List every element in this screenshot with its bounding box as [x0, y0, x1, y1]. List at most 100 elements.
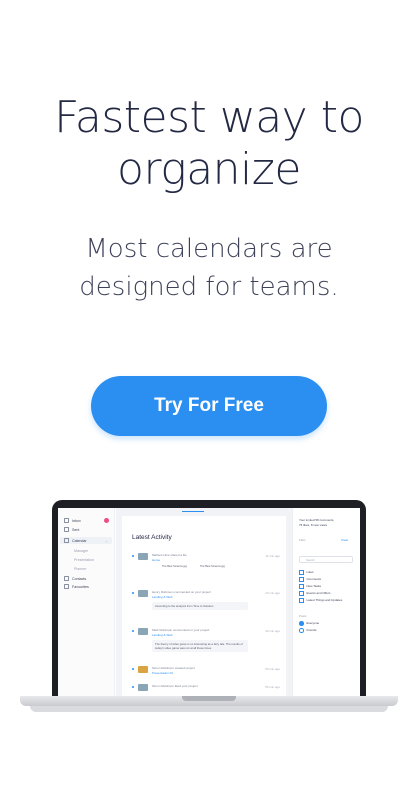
posts-label: Posts	[299, 614, 307, 618]
filter-label: Filter	[299, 538, 306, 542]
posts-radio-friends[interactable]: Friends	[299, 628, 317, 633]
activity-text: Simon Robinson created project	[152, 666, 195, 670]
try-for-free-button[interactable]: Try For Free	[91, 376, 327, 436]
contacts-icon	[64, 576, 69, 581]
sidebar-item-label: Sent	[72, 527, 80, 532]
sidebar-item-label: Contacts	[72, 576, 87, 581]
activity-title: Latest Activity	[132, 534, 172, 541]
sidebar-item-sent[interactable]: Sent	[64, 527, 79, 532]
activity-text: Mark Robinson commented on your project	[152, 628, 210, 632]
laptop-mockup: Inbox Sent Calendar ⌄ Manager Presentati…	[20, 500, 398, 714]
checkbox-icon[interactable]	[299, 584, 304, 589]
activity-dot	[132, 630, 134, 632]
checkbox-icon[interactable]	[299, 577, 304, 582]
file-attachment[interactable]: The Best Screens.jpg	[200, 565, 225, 568]
filter-check-label: Latest Things and Updates	[306, 598, 343, 603]
activity-avatar	[138, 628, 148, 635]
app-sidebar: Inbox Sent Calendar ⌄ Manager Presentati…	[58, 508, 115, 696]
hero-subtitle-line-1: Most calendars are	[85, 234, 333, 264]
activity-link[interactable]: Landing & Web	[152, 595, 172, 599]
file-attachment[interactable]: The Best Screens.jpg	[162, 565, 187, 568]
hero-title-line-2: organize	[117, 144, 301, 195]
radio-label: Everyone	[306, 621, 320, 626]
filter-check-label: Likes	[306, 570, 314, 575]
activity-time: 11 min ago	[265, 554, 280, 558]
summary-line-1: Your invited 58 comments,	[299, 518, 335, 522]
filter-check-new-tasks[interactable]: New Tasks	[299, 584, 321, 589]
activity-item: Simon Robinson created project Presentat…	[132, 666, 282, 678]
radio-icon[interactable]	[299, 628, 304, 633]
sidebar-subitem-presentation[interactable]: Presentation	[74, 558, 94, 562]
laptop-base-shadow	[30, 706, 388, 712]
activity-dot	[132, 555, 134, 557]
hero-subtitle: Most calendars are designed for teams.	[0, 230, 418, 306]
inbox-badge	[104, 518, 109, 523]
summary-line-2: 76 likes, 8 new views	[299, 523, 328, 527]
tab-indicator	[182, 511, 204, 512]
radio-label: Friends	[306, 628, 317, 633]
laptop-notch	[182, 696, 236, 701]
activity-dot	[132, 686, 134, 688]
activity-time: 50 min ago	[265, 667, 280, 671]
sidebar-item-favourites[interactable]: Favourites	[64, 584, 89, 589]
activity-link[interactable]: Home	[152, 558, 160, 562]
sidebar-item-calendar[interactable]: Calendar	[64, 538, 87, 543]
activity-item: Simon Robinson liked your project 55 min…	[132, 684, 282, 694]
sidebar-item-label: Favourites	[72, 584, 89, 589]
activity-link[interactable]: Presentation Kit	[152, 671, 173, 675]
filter-check-label: Events and Offers	[306, 591, 331, 596]
sidebar-item-inbox[interactable]: Inbox	[64, 518, 81, 523]
checkbox-icon[interactable]	[299, 591, 304, 596]
star-icon	[64, 584, 69, 589]
filter-check-likes[interactable]: Likes	[299, 570, 314, 575]
activity-dot	[132, 668, 134, 670]
hero-title: Fastest way to organize	[0, 92, 418, 196]
clear-filter-link[interactable]: Clear	[341, 538, 348, 542]
sidebar-item-label: Manager	[74, 549, 89, 553]
activity-avatar	[138, 684, 148, 691]
activity-time: 55 min ago	[265, 685, 280, 689]
radio-icon[interactable]	[299, 621, 304, 626]
filter-search-input[interactable]: Search	[299, 556, 353, 563]
filter-check-label: New Tasks	[306, 584, 321, 589]
filter-check-updates[interactable]: Latest Things and Updates	[299, 598, 342, 603]
activity-link[interactable]: Landing & Web	[152, 633, 172, 637]
checkbox-icon[interactable]	[299, 598, 304, 603]
activity-item: Mathew Hine shared a file Home 11 min ag…	[132, 553, 282, 579]
filter-check-events[interactable]: Events and Offers	[299, 591, 330, 596]
hero-subtitle-line-2: designed for teams.	[79, 272, 339, 302]
hero-title-line-1: Fastest way to	[54, 92, 364, 143]
app-screenshot: Inbox Sent Calendar ⌄ Manager Presentati…	[58, 508, 360, 696]
activity-time: 20 min ago	[265, 591, 280, 595]
comment-box: According to the analysis from Time to S…	[152, 602, 248, 610]
chevron-down-icon[interactable]: ⌄	[105, 539, 108, 543]
activity-text: Henry Robinson commented on your project	[152, 590, 211, 594]
activity-avatar	[138, 666, 148, 673]
activity-avatar	[138, 590, 148, 597]
filter-check-label: Comments	[306, 577, 322, 582]
activity-card: Latest Activity Mathew Hine shared a fil…	[122, 516, 286, 696]
sidebar-item-label: Planner	[74, 567, 87, 571]
activity-item: Henry Robinson commented on your project…	[132, 590, 282, 620]
activity-dot	[132, 592, 134, 594]
main-panel: Latest Activity Mathew Hine shared a fil…	[116, 508, 292, 696]
activity-time: 40 min ago	[265, 629, 280, 633]
right-panel: Your invited 58 comments, 76 likes, 8 ne…	[292, 508, 360, 696]
sidebar-item-label: Calendar	[72, 538, 87, 543]
activity-text: Mathew Hine shared a file	[152, 553, 187, 557]
send-icon	[64, 527, 69, 532]
activity-item: Mark Robinson commented on your project …	[132, 628, 282, 660]
inbox-icon	[64, 518, 69, 523]
activity-avatar	[138, 553, 148, 560]
comment-box: The theory of video game is so interesti…	[152, 640, 248, 652]
sidebar-item-contacts[interactable]: Contacts	[64, 576, 86, 581]
checkbox-icon[interactable]	[299, 570, 304, 575]
filter-check-comments[interactable]: Comments	[299, 577, 321, 582]
activity-text: Simon Robinson liked your project	[152, 684, 198, 688]
sidebar-subitem-planner[interactable]: Planner	[74, 567, 86, 571]
sidebar-item-label: Inbox	[72, 518, 81, 523]
sidebar-subitem-manager[interactable]: Manager	[74, 549, 88, 553]
posts-radio-everyone[interactable]: Everyone	[299, 621, 319, 626]
laptop-screen-bezel: Inbox Sent Calendar ⌄ Manager Presentati…	[52, 500, 366, 696]
sidebar-item-label: Presentation	[74, 558, 95, 562]
